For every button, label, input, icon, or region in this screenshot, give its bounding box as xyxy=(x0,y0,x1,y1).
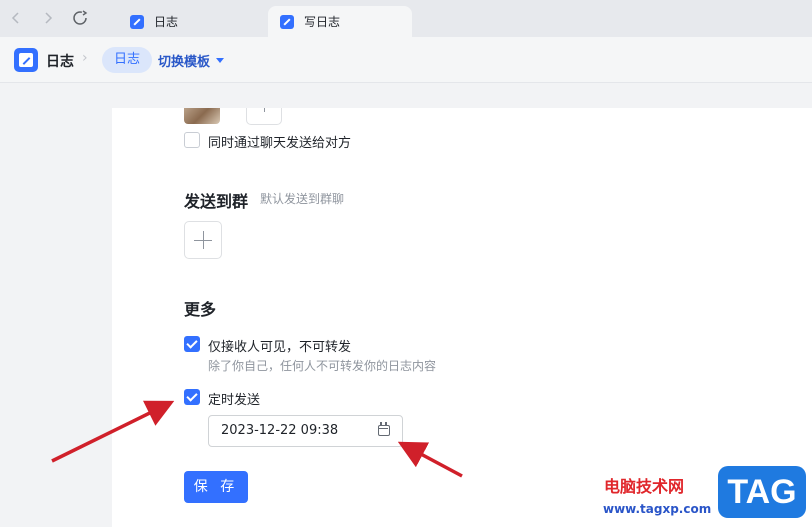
tab-label: 日志 xyxy=(154,15,179,29)
journal-app-icon xyxy=(14,48,38,72)
save-button[interactable]: 保 存 xyxy=(184,471,248,503)
doc-icon xyxy=(280,14,294,29)
breadcrumb: 日志 › 日志 切换模板 xyxy=(0,37,812,83)
also-chat-checkbox[interactable] xyxy=(184,132,200,148)
recipients-only-hint: 除了你自己，任何人不可转发你的日志内容 xyxy=(208,359,437,373)
scheduled-send-checkbox[interactable] xyxy=(184,389,200,405)
refresh-icon[interactable] xyxy=(72,10,88,26)
more-heading: 更多 xyxy=(184,300,217,319)
caret-down-icon xyxy=(216,58,225,63)
add-recipient-button[interactable] xyxy=(246,108,282,125)
breadcrumb-current[interactable]: 日志 xyxy=(102,47,152,73)
recipient-avatar[interactable] xyxy=(184,108,220,124)
tab-label: 写日志 xyxy=(304,15,341,29)
back-arrow-icon[interactable] xyxy=(8,10,24,26)
send-to-group-hint: 默认发送到群聊 xyxy=(260,192,345,206)
breadcrumb-app-title[interactable]: 日志 xyxy=(46,51,74,71)
scheduled-send-label: 定时发送 xyxy=(208,393,261,408)
tab-journal[interactable]: 日志 xyxy=(118,6,266,37)
calendar-icon[interactable] xyxy=(378,422,390,436)
forward-arrow-icon[interactable] xyxy=(40,10,56,26)
also-chat-label: 同时通过聊天发送给对方 xyxy=(208,136,352,151)
watermark-url: www.tagxp.com xyxy=(603,502,712,516)
switch-template-label: 切换模板 xyxy=(158,55,211,70)
recipients-only-label: 仅接收人可见，不可转发 xyxy=(208,340,352,355)
schedule-datetime-value: 2023-12-22 09:38 xyxy=(221,423,339,438)
tab-write-journal[interactable]: 写日志 xyxy=(268,6,412,37)
watermark-text: 电脑技术网 xyxy=(604,477,685,496)
recipients-only-checkbox[interactable] xyxy=(184,336,200,352)
chevron-right-icon: › xyxy=(82,50,88,66)
add-group-button[interactable] xyxy=(184,221,222,259)
doc-icon xyxy=(130,14,144,29)
tab-strip: 日志 写日志 xyxy=(0,0,812,37)
watermark-badge: TAG xyxy=(718,466,806,518)
switch-template-dropdown[interactable]: 切换模板 xyxy=(158,51,225,70)
settings-panel: 同时通过聊天发送给对方 发送到群 默认发送到群聊 更多 仅接收人可见，不可转发 … xyxy=(112,108,812,527)
send-to-group-heading: 发送到群 xyxy=(184,192,249,211)
schedule-datetime-input[interactable]: 2023-12-22 09:38 xyxy=(208,415,403,447)
